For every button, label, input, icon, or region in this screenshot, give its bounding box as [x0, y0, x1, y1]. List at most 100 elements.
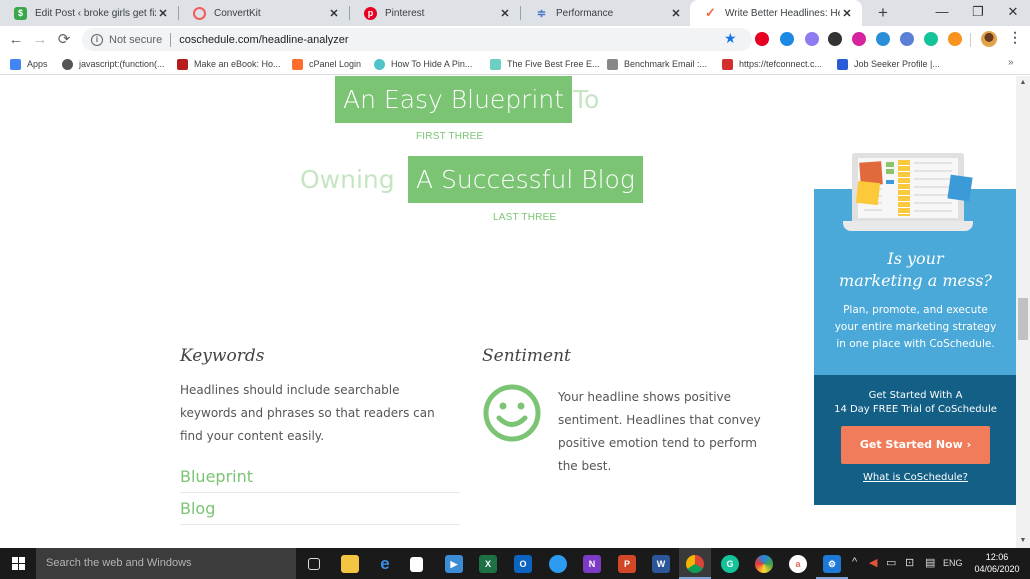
close-tab-icon[interactable]: ✕	[156, 7, 170, 20]
ad-body-line: your entire marketing strategy	[834, 321, 997, 333]
more-bookmarks-icon[interactable]: »	[1008, 57, 1014, 68]
app-a-icon[interactable]: a	[789, 555, 807, 573]
reload-button[interactable]: ⟳	[53, 29, 75, 51]
sentiment-description: Your headline shows positive sentiment. …	[558, 390, 761, 473]
scroll-up-arrow[interactable]: ▲	[1016, 76, 1030, 90]
windows-start-icon[interactable]	[12, 557, 26, 571]
ext-wave-icon[interactable]	[876, 32, 890, 46]
forward-button[interactable]: →	[29, 29, 51, 51]
colorful-app-icon[interactable]	[755, 555, 773, 573]
headline-last-three: A Successful Blog	[408, 156, 643, 203]
bookmark-label: cPanel Login	[309, 59, 362, 69]
globe-icon	[62, 58, 73, 70]
tab-title: Write Better Headlines: Headli	[725, 7, 840, 19]
battery-icon[interactable]: ▭	[886, 556, 896, 569]
volume-icon[interactable]: ◀	[869, 556, 877, 569]
profile-avatar[interactable]	[981, 31, 997, 47]
language-indicator[interactable]: ENG	[943, 558, 963, 568]
page-scrollbar[interactable]: ▲ ▼	[1016, 76, 1030, 548]
close-tab-icon[interactable]: ✕	[669, 7, 683, 20]
tab-pinterest[interactable]: p Pinterest ✕	[350, 0, 520, 26]
money-icon: $	[14, 6, 27, 20]
smiley-face-icon	[483, 384, 541, 442]
bookmark-item[interactable]: https://tefconnect.c...	[722, 57, 822, 71]
new-tab-button[interactable]: +	[872, 2, 894, 24]
ad-title-line1: Is your	[887, 249, 944, 268]
url-text[interactable]: coschedule.com/headline-analyzer	[179, 34, 348, 46]
bookmark-item[interactable]: Job Seeker Profile |...	[837, 57, 940, 71]
paint-3d-icon[interactable]	[549, 555, 567, 573]
tef-icon	[722, 58, 733, 70]
close-tab-icon[interactable]: ✕	[327, 7, 341, 20]
bookmark-label: Make an eBook: Ho...	[194, 59, 281, 69]
headline-word: Owning	[300, 165, 395, 194]
bookmark-item[interactable]: How To Hide A Pin...	[374, 57, 472, 71]
bookmark-item[interactable]: The Five Best Free E...	[490, 57, 600, 71]
tab-convertkit[interactable]: ConvertKit ✕	[179, 0, 349, 26]
divider	[970, 33, 971, 47]
tab-edit-post[interactable]: $ Edit Post ‹ broke girls get fixed ✕	[0, 0, 178, 26]
security-label: Not secure	[109, 33, 163, 46]
camera-ext-icon[interactable]	[900, 32, 914, 46]
instagram-ext-icon[interactable]	[852, 32, 866, 46]
ext-m-icon[interactable]	[948, 32, 962, 46]
edge-icon[interactable]: e	[376, 554, 394, 573]
onenote-icon[interactable]: N	[583, 555, 601, 573]
bookmark-item[interactable]: cPanel Login	[292, 57, 361, 71]
close-tab-icon[interactable]: ✕	[498, 7, 512, 20]
first-three-label: FIRST THREE	[416, 131, 484, 142]
back-button[interactable]: ←	[5, 29, 27, 51]
ext-download-icon[interactable]	[828, 32, 842, 46]
keyword-item: Blog	[180, 493, 460, 525]
word-icon[interactable]: W	[652, 555, 670, 573]
powerpoint-icon[interactable]: P	[618, 555, 636, 573]
tab-headline-analyzer[interactable]: ✓ Write Better Headlines: Headli ✕	[690, 0, 862, 26]
bookmark-item[interactable]: Apps	[10, 57, 48, 71]
ad-body-line: in one place with CoSchedule.	[836, 338, 995, 350]
scroll-down-arrow[interactable]: ▼	[1016, 534, 1030, 548]
notifications-icon[interactable]: ▤	[925, 556, 935, 569]
bookmark-label: Apps	[27, 59, 48, 69]
bookmark-item[interactable]: Benchmark Email :...	[607, 57, 707, 71]
bookmark-label: Benchmark Email :...	[624, 59, 708, 69]
bookmark-item[interactable]: javascript:(function(...	[62, 57, 165, 71]
sticky-note-yellow	[855, 180, 881, 206]
settings-icon[interactable]: ⚙	[823, 555, 841, 573]
get-started-button[interactable]: Get Started Now ›	[841, 426, 990, 464]
info-icon[interactable]: i	[91, 33, 103, 46]
bookmark-star-icon[interactable]: ★	[724, 30, 737, 47]
tab-performance[interactable]: ≑ Performance ✕	[521, 0, 691, 26]
store-icon[interactable]	[410, 557, 423, 572]
cpanel-icon	[292, 58, 303, 70]
network-icon[interactable]: ⊡	[905, 556, 914, 569]
tray-chevron-icon[interactable]: ^	[852, 556, 857, 568]
grammarly-icon[interactable]: G	[721, 555, 739, 573]
bookmark-item[interactable]: Make an eBook: Ho...	[177, 57, 281, 71]
outlook-icon[interactable]: O	[514, 555, 532, 573]
chrome-icon[interactable]	[686, 555, 704, 573]
keywords-title: Keywords	[180, 346, 265, 366]
close-window-button[interactable]: ✕	[990, 0, 1030, 26]
bookmark-label: How To Hide A Pin...	[391, 59, 473, 69]
taskbar-search-input[interactable]: Search the web and Windows	[36, 548, 296, 579]
task-view-icon[interactable]	[308, 558, 320, 570]
bookmark-label: javascript:(function(...	[79, 59, 165, 69]
close-tab-icon[interactable]: ✕	[840, 7, 854, 20]
job-icon	[837, 58, 848, 70]
scroll-thumb[interactable]	[1018, 298, 1028, 340]
address-bar[interactable]: i Not secure coschedule.com/headline-ana…	[82, 28, 752, 51]
pinterest-ext-icon[interactable]	[755, 32, 769, 46]
clock-time: 12:06	[985, 552, 1009, 562]
excel-icon[interactable]: X	[479, 555, 497, 573]
media-player-icon[interactable]: ▶	[445, 555, 463, 573]
system-clock[interactable]: 12:06 04/06/2020	[972, 551, 1022, 575]
ext-s-icon[interactable]	[780, 32, 794, 46]
ext-ring-icon[interactable]	[805, 32, 819, 46]
grammarly-ext-icon[interactable]	[924, 32, 938, 46]
pinterest-icon: p	[364, 6, 377, 20]
windows-taskbar: Search the web and Windows e ▶ X O N P W Ga ⚙ ^ …	[0, 548, 1030, 579]
what-is-coschedule-link[interactable]: What is CoSchedule?	[814, 472, 1016, 483]
file-explorer-icon[interactable]	[341, 555, 359, 573]
divider	[170, 32, 172, 47]
browser-menu-icon[interactable]: ⋮	[1008, 29, 1022, 46]
